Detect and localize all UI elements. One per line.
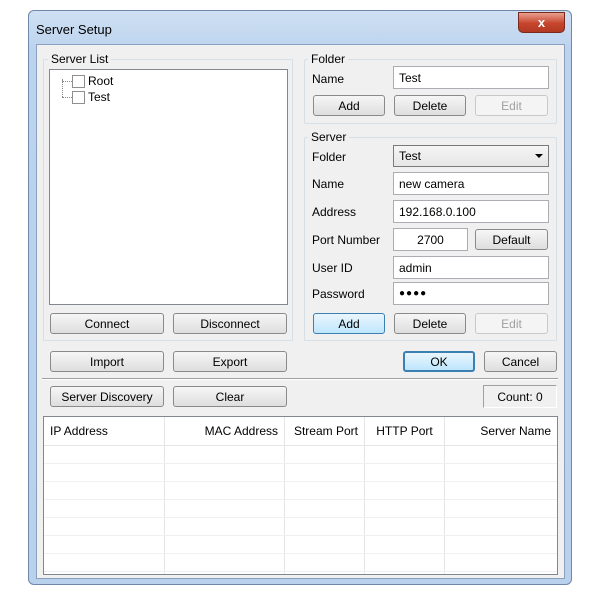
- server-name-input[interactable]: new camera: [393, 172, 549, 195]
- table-row: [44, 500, 557, 518]
- password-label: Password: [312, 287, 365, 301]
- folder-name-label: Name: [312, 72, 345, 86]
- tree-connector: [62, 96, 72, 98]
- server-discovery-button[interactable]: Server Discovery: [50, 386, 164, 407]
- folder-group-title: Folder: [308, 52, 349, 66]
- table-row: [44, 554, 557, 572]
- cancel-button[interactable]: Cancel: [484, 351, 557, 372]
- window-title: Server Setup: [36, 22, 112, 37]
- column-header-mac[interactable]: MAC Address: [165, 417, 285, 445]
- column-header-ip[interactable]: IP Address: [44, 417, 165, 445]
- tree-item-test[interactable]: Test: [62, 89, 110, 105]
- server-address-label: Address: [312, 205, 357, 219]
- table-header: IP Address MAC Address Stream Port HTTP …: [44, 417, 557, 446]
- server-address-input[interactable]: 192.168.0.100: [393, 200, 549, 223]
- table-row: [44, 536, 557, 554]
- port-number-input[interactable]: 2700: [393, 228, 468, 251]
- folder-delete-button[interactable]: Delete: [394, 95, 466, 116]
- folder-add-button[interactable]: Add: [313, 95, 385, 116]
- default-port-button[interactable]: Default: [475, 229, 548, 250]
- section-divider: [42, 378, 558, 380]
- root-checkbox[interactable]: [72, 74, 85, 88]
- import-button[interactable]: Import: [50, 351, 164, 372]
- disconnect-button[interactable]: Disconnect: [173, 313, 287, 334]
- port-number-label: Port Number: [312, 233, 381, 247]
- dropdown-arrow-icon: [535, 154, 543, 158]
- user-id-label: User ID: [312, 261, 353, 275]
- column-header-server-name[interactable]: Server Name: [445, 417, 557, 445]
- server-group-title: Server: [308, 130, 350, 144]
- ok-button[interactable]: OK: [403, 351, 475, 372]
- table-row: [44, 464, 557, 482]
- server-folder-value: Test: [399, 149, 422, 163]
- table-row: [44, 446, 557, 464]
- close-button[interactable]: x: [518, 12, 565, 33]
- server-add-button[interactable]: Add: [313, 313, 385, 334]
- server-list-title: Server List: [48, 52, 112, 66]
- folder-edit-button[interactable]: Edit: [475, 95, 548, 116]
- server-edit-button[interactable]: Edit: [475, 313, 548, 334]
- folder-name-input[interactable]: Test: [393, 66, 549, 89]
- server-folder-label: Folder: [312, 150, 347, 164]
- table-body: [44, 446, 557, 574]
- tree-item-root[interactable]: Root: [62, 73, 113, 89]
- user-id-input[interactable]: admin: [393, 256, 549, 279]
- count-display: Count: 0: [483, 385, 557, 408]
- column-header-http-port[interactable]: HTTP Port: [365, 417, 445, 445]
- table-row: [44, 482, 557, 500]
- server-name-label: Name: [312, 177, 345, 191]
- tree-connector: [62, 80, 72, 82]
- connect-button[interactable]: Connect: [50, 313, 164, 334]
- tree-item-label: Test: [88, 90, 111, 104]
- close-icon: x: [537, 15, 546, 30]
- clear-button[interactable]: Clear: [173, 386, 287, 407]
- server-tree[interactable]: Root Test: [49, 69, 288, 305]
- column-header-stream-port[interactable]: Stream Port: [285, 417, 365, 445]
- server-folder-select[interactable]: Test: [393, 145, 549, 167]
- tree-line: [62, 79, 63, 97]
- table-row: [44, 572, 557, 574]
- password-input[interactable]: ●●●●: [393, 282, 549, 305]
- tree-item-label: Root: [88, 74, 114, 88]
- server-delete-button[interactable]: Delete: [394, 313, 466, 334]
- export-button[interactable]: Export: [173, 351, 287, 372]
- test-checkbox[interactable]: [72, 90, 85, 104]
- table-row: [44, 518, 557, 536]
- discovery-results-table[interactable]: IP Address MAC Address Stream Port HTTP …: [43, 416, 558, 575]
